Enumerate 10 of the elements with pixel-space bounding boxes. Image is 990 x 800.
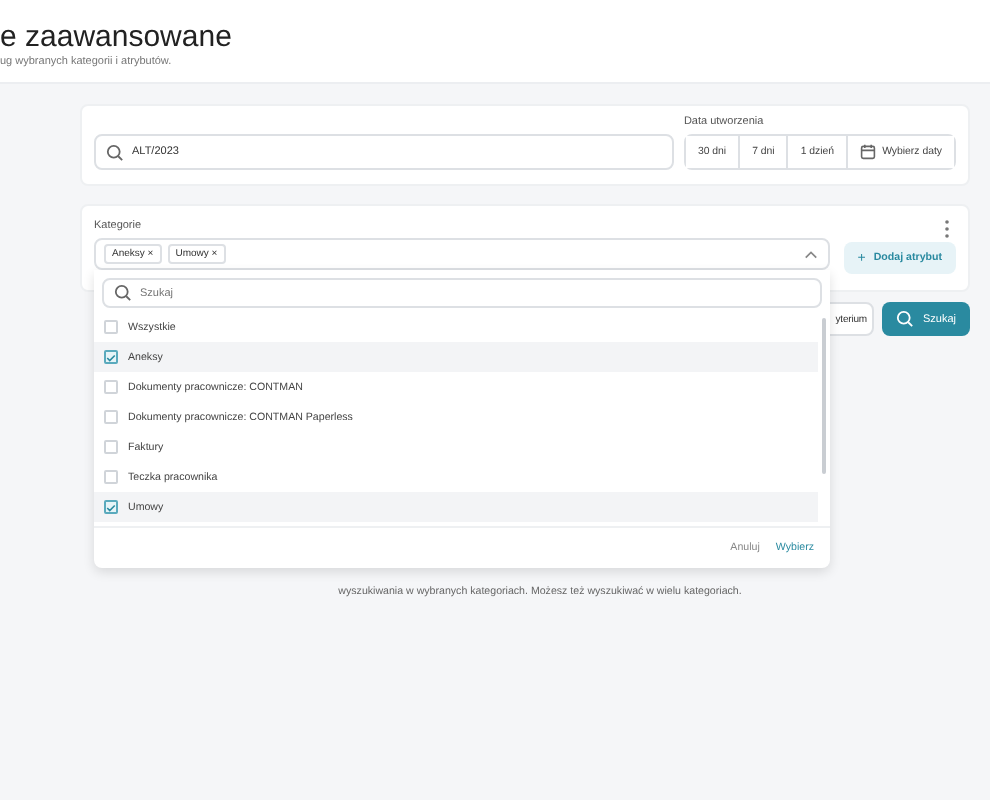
search-icon (114, 284, 132, 302)
page-title: e zaawansowane (0, 20, 234, 54)
scrollbar[interactable] (822, 318, 826, 474)
search-icon (106, 143, 124, 161)
calendar-icon (860, 144, 877, 160)
chevron-up-icon (804, 250, 818, 260)
checkbox[interactable] (104, 350, 118, 364)
more-icon[interactable] (944, 220, 950, 238)
search-icon (896, 310, 915, 328)
checkbox[interactable] (104, 500, 118, 514)
